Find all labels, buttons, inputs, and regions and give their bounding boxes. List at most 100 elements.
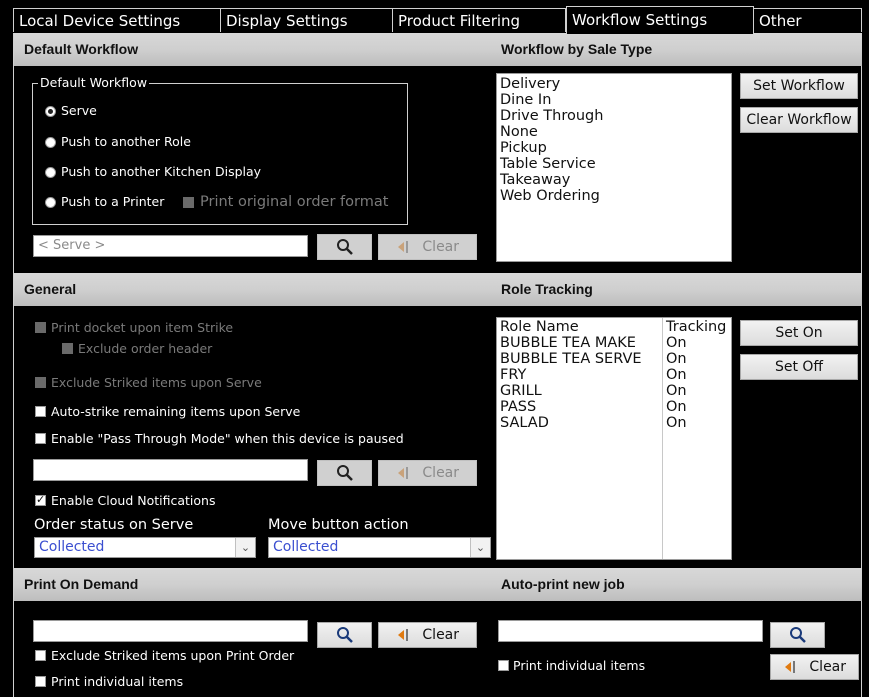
- radio-push-printer-label: Push to a Printer: [61, 194, 165, 209]
- print-individual-auto-label: Print individual items: [513, 658, 646, 673]
- list-item[interactable]: Takeaway: [497, 172, 731, 188]
- pass-through-clear-label: Clear: [422, 465, 460, 481]
- pass-through-input[interactable]: [33, 459, 308, 481]
- list-item[interactable]: None: [497, 124, 731, 140]
- set-on-button[interactable]: Set On: [740, 320, 858, 346]
- auto-print-clear-label: Clear: [809, 659, 847, 675]
- tab-local-device-settings[interactable]: Local Device Settings: [13, 8, 221, 32]
- auto-print-search-button[interactable]: [770, 622, 825, 648]
- tracking-cell: On: [666, 367, 687, 383]
- pass-through-label: Enable "Pass Through Mode" when this dev…: [51, 431, 404, 446]
- radio-serve[interactable]: [45, 106, 56, 117]
- role-name-cell: BUBBLE TEA MAKE: [500, 335, 636, 351]
- table-row[interactable]: GRILL On: [497, 383, 731, 399]
- search-icon: [336, 239, 353, 255]
- tracking-cell: On: [666, 383, 687, 399]
- tab-other[interactable]: Other: [753, 8, 862, 32]
- auto-strike-checkbox[interactable]: [35, 406, 46, 417]
- sale-type-list[interactable]: Delivery Dine In Drive Through None Pick…: [496, 73, 732, 262]
- table-row[interactable]: BUBBLE TEA MAKE On: [497, 335, 731, 351]
- list-item[interactable]: Dine In: [497, 92, 731, 108]
- list-item[interactable]: Pickup: [497, 140, 731, 156]
- default-workflow-search-button[interactable]: [317, 234, 372, 260]
- role-name-cell: GRILL: [500, 383, 542, 399]
- tracking-cell: On: [666, 351, 687, 367]
- exclude-striked-serve-label: Exclude Striked items upon Serve: [51, 375, 262, 390]
- default-workflow-heading: Default Workflow: [24, 41, 139, 57]
- exclude-striked-print-label: Exclude Striked items upon Print Order: [51, 648, 295, 663]
- cloud-notifications-label: Enable Cloud Notifications: [51, 493, 216, 508]
- print-original-label: Print original order format: [200, 194, 389, 210]
- clear-arrow-icon: [784, 661, 795, 673]
- default-workflow-input[interactable]: < Serve >: [33, 235, 308, 257]
- section-bar-top: Default Workflow Workflow by Sale Type: [14, 33, 862, 66]
- chevron-down-icon: ⌄: [235, 538, 255, 557]
- print-on-demand-search-button[interactable]: [317, 622, 372, 648]
- role-name-header: Role Name: [500, 319, 579, 335]
- tracking-cell: On: [666, 399, 687, 415]
- pass-through-search-button[interactable]: [317, 460, 372, 486]
- search-icon: [336, 627, 353, 643]
- auto-print-input[interactable]: [498, 620, 763, 642]
- radio-push-kitchen-display[interactable]: [45, 167, 56, 178]
- default-workflow-clear-label: Clear: [422, 239, 460, 255]
- print-original-checkbox[interactable]: [183, 197, 194, 208]
- tab-workflow-settings[interactable]: Workflow Settings: [566, 6, 754, 34]
- table-row[interactable]: PASS On: [497, 399, 731, 415]
- list-item[interactable]: Web Ordering: [497, 188, 731, 204]
- order-status-label: Order status on Serve: [34, 517, 194, 533]
- print-docket-checkbox[interactable]: [35, 322, 46, 333]
- set-workflow-button[interactable]: Set Workflow: [740, 73, 858, 99]
- table-row[interactable]: SALAD On: [497, 415, 731, 431]
- print-on-demand-clear-label: Clear: [422, 627, 460, 643]
- workflow-by-sale-type-heading: Workflow by Sale Type: [501, 41, 653, 57]
- table-row[interactable]: BUBBLE TEA SERVE On: [497, 351, 731, 367]
- move-action-select[interactable]: Collected ⌄: [268, 537, 491, 558]
- role-tracking-table[interactable]: Role Name Tracking BUBBLE TEA MAKE On BU…: [496, 317, 732, 560]
- exclude-header-label: Exclude order header: [78, 341, 213, 356]
- list-item[interactable]: Table Service: [497, 156, 731, 172]
- role-name-cell: SALAD: [500, 415, 549, 431]
- print-on-demand-input[interactable]: [33, 620, 308, 642]
- print-individual-pod-checkbox[interactable]: [35, 676, 46, 687]
- pass-through-clear-button[interactable]: Clear: [378, 460, 477, 486]
- tracking-header: Tracking: [666, 319, 727, 335]
- role-name-cell: PASS: [500, 399, 537, 415]
- exclude-striked-serve-checkbox[interactable]: [35, 377, 46, 388]
- print-docket-label: Print docket upon item Strike: [51, 320, 234, 335]
- auto-strike-label: Auto-strike remaining items upon Serve: [51, 404, 301, 419]
- tab-product-filtering[interactable]: Product Filtering: [392, 8, 566, 32]
- radio-push-role[interactable]: [45, 137, 56, 148]
- role-name-cell: BUBBLE TEA SERVE: [500, 351, 642, 367]
- order-status-select[interactable]: Collected ⌄: [34, 537, 256, 558]
- clear-arrow-icon: [397, 629, 408, 641]
- pass-through-checkbox[interactable]: [35, 433, 46, 444]
- default-workflow-legend: Default Workflow: [38, 75, 150, 90]
- print-individual-pod-label: Print individual items: [51, 674, 184, 689]
- move-action-label: Move button action: [268, 517, 409, 533]
- print-individual-auto-checkbox[interactable]: [498, 660, 509, 671]
- list-item[interactable]: Drive Through: [497, 108, 731, 124]
- list-item[interactable]: Delivery: [497, 76, 731, 92]
- print-on-demand-clear-button[interactable]: Clear: [378, 622, 477, 648]
- search-icon: [789, 627, 806, 643]
- clear-workflow-button[interactable]: Clear Workflow: [740, 107, 858, 133]
- radio-serve-label: Serve: [61, 103, 97, 118]
- radio-push-kitchen-display-label: Push to another Kitchen Display: [61, 164, 262, 179]
- radio-push-role-label: Push to another Role: [61, 134, 191, 149]
- role-tracking-heading: Role Tracking: [501, 281, 593, 297]
- radio-push-printer[interactable]: [45, 197, 56, 208]
- section-bar-print: Print On Demand Auto-print new job: [14, 568, 862, 601]
- move-action-value: Collected: [273, 539, 339, 555]
- exclude-striked-print-checkbox[interactable]: [35, 650, 46, 661]
- order-status-value: Collected: [39, 539, 105, 555]
- general-heading: General: [24, 281, 77, 297]
- exclude-header-checkbox[interactable]: [62, 343, 73, 354]
- tab-display-settings[interactable]: Display Settings: [220, 8, 393, 32]
- table-row[interactable]: FRY On: [497, 367, 731, 383]
- cloud-notifications-checkbox[interactable]: [35, 493, 46, 506]
- default-workflow-clear-button[interactable]: Clear: [378, 234, 477, 260]
- set-off-button[interactable]: Set Off: [740, 354, 858, 380]
- chevron-down-icon: ⌄: [470, 538, 490, 557]
- auto-print-clear-button[interactable]: Clear: [770, 654, 859, 680]
